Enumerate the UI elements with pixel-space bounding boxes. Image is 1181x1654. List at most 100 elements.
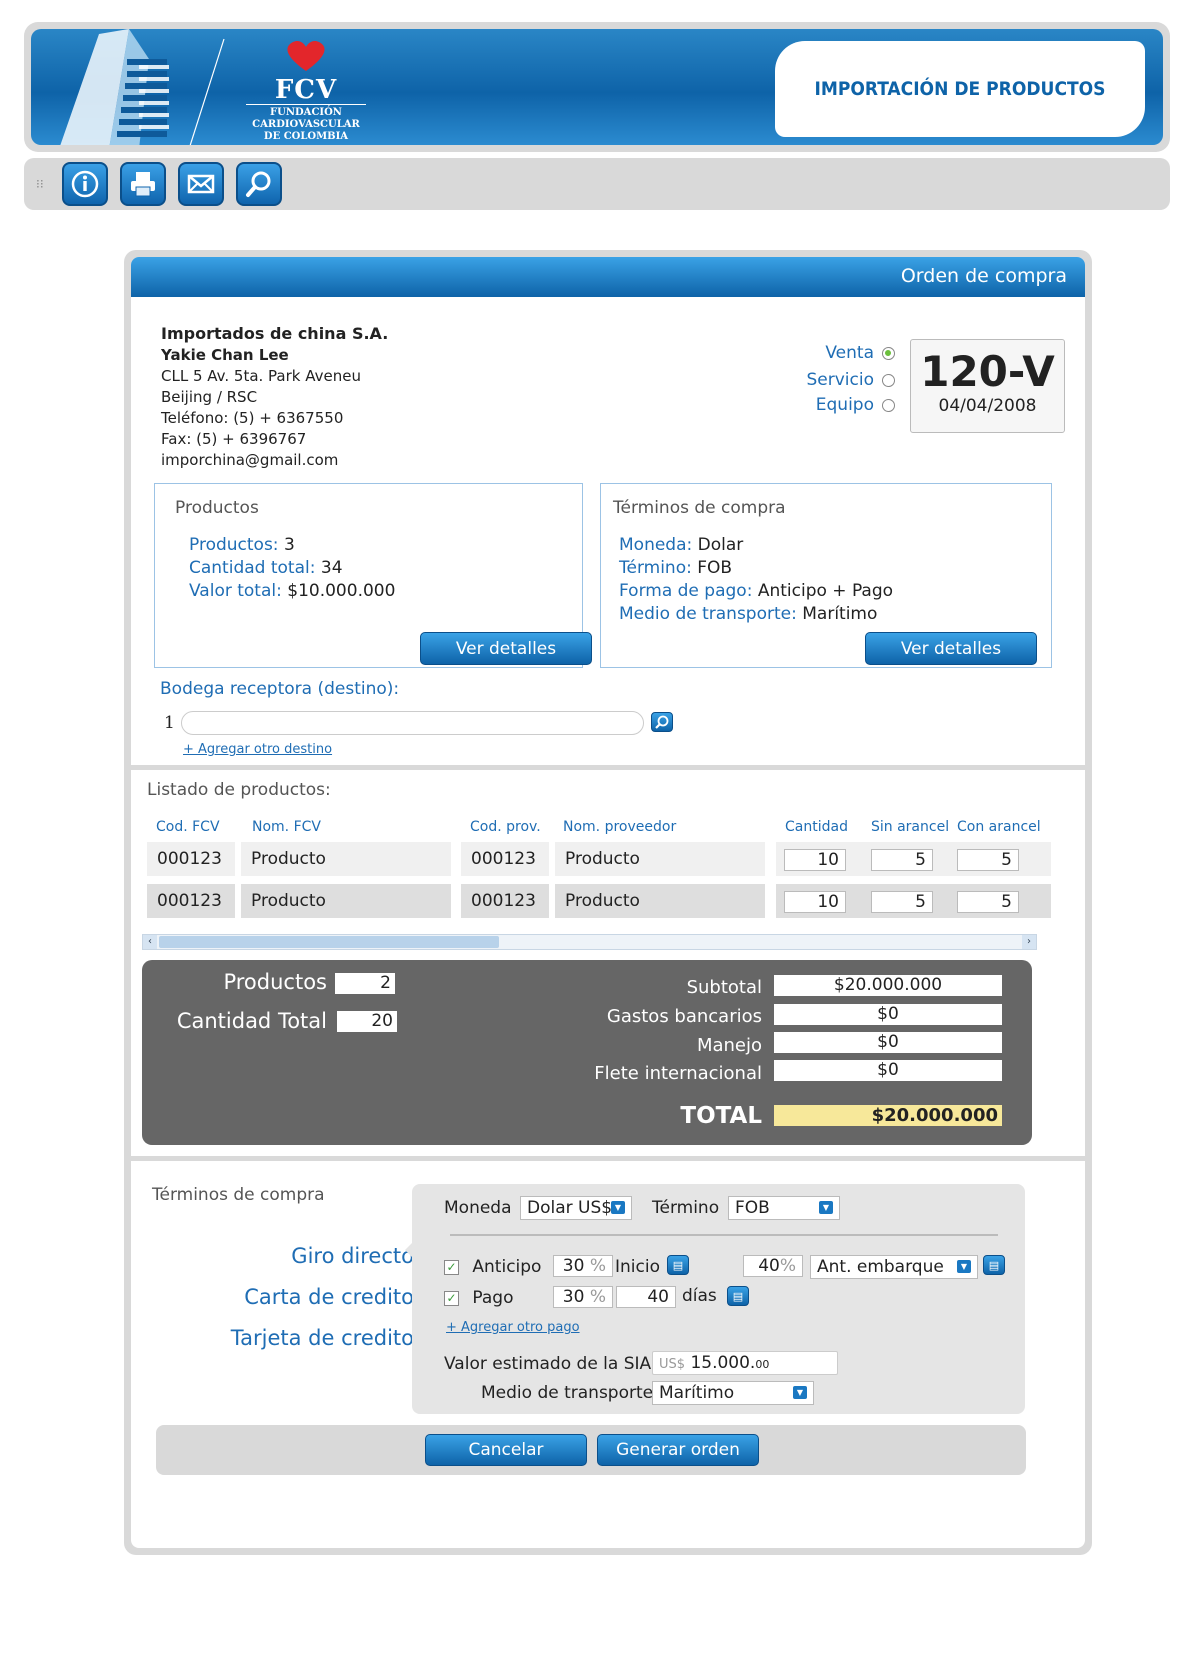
sin-arancel-input[interactable]: 5 bbox=[871, 891, 933, 913]
scrollbar-thumb[interactable] bbox=[159, 936, 499, 948]
col-header-cantidad[interactable]: Cantidad bbox=[785, 819, 848, 835]
products-summary-box: Productos Productos: 3 Cantidad total: 3… bbox=[154, 483, 592, 668]
grip-icon[interactable]: ⁝⁝ bbox=[36, 177, 50, 191]
calendar-icon[interactable]: ▤ bbox=[983, 1255, 1005, 1275]
dias-label: días bbox=[682, 1286, 717, 1306]
col-header-con-arancel[interactable]: Con arancel bbox=[957, 819, 1041, 835]
radio-tarjeta-credito[interactable]: Tarjeta de credito bbox=[231, 1318, 435, 1359]
order-date: 04/04/2008 bbox=[938, 396, 1037, 416]
heart-icon bbox=[287, 40, 325, 71]
stat-value: 3 bbox=[278, 535, 295, 555]
stat-key: Término: bbox=[619, 558, 692, 578]
destination-index: 1 bbox=[164, 713, 175, 733]
radio-icon[interactable] bbox=[882, 373, 895, 387]
box-title: Productos bbox=[175, 498, 259, 518]
destination-input[interactable] bbox=[181, 711, 644, 735]
stat-value: $10.000.000 bbox=[281, 581, 396, 601]
cancel-button[interactable]: Cancelar bbox=[425, 1434, 587, 1466]
input-value: 40 bbox=[758, 1256, 780, 1276]
radio-icon[interactable] bbox=[882, 346, 895, 360]
page-title: IMPORTACIÓN DE PRODUCTOS bbox=[775, 41, 1145, 137]
select-value: FOB bbox=[735, 1198, 770, 1218]
col-header-sin-arancel[interactable]: Sin arancel bbox=[871, 819, 949, 835]
transport-select[interactable]: Marítimo ▼ bbox=[652, 1381, 814, 1405]
calendar-icon[interactable]: ▤ bbox=[727, 1286, 749, 1306]
radio-carta-credito[interactable]: Carta de credito bbox=[231, 1277, 435, 1318]
chevron-down-icon: ▼ bbox=[611, 1201, 625, 1214]
radio-equipo[interactable]: Equipo bbox=[807, 393, 895, 417]
terms-details-button[interactable]: Ver detalles bbox=[865, 632, 1037, 665]
radio-icon[interactable] bbox=[882, 398, 895, 412]
anticipo-percent-input[interactable]: 30 % bbox=[553, 1255, 613, 1277]
scroll-left-icon[interactable]: ‹ bbox=[143, 935, 157, 949]
search-icon[interactable] bbox=[236, 162, 282, 206]
stat-key: Valor total: bbox=[189, 581, 282, 601]
logo-sub-3: DE COLOMBIA bbox=[263, 131, 349, 142]
chevron-down-icon: ▼ bbox=[819, 1201, 833, 1214]
order-number-box: 120-V 04/04/2008 bbox=[910, 339, 1065, 433]
stat-key: Moneda: bbox=[619, 535, 693, 555]
con-arancel-input[interactable]: 5 bbox=[957, 891, 1019, 913]
currency-prefix: US$ bbox=[659, 1357, 686, 1372]
add-payment-link[interactable]: + Agregar otro pago bbox=[446, 1320, 580, 1335]
search-icon[interactable] bbox=[651, 712, 673, 732]
subtotal-label: Subtotal bbox=[686, 977, 762, 998]
percent-sign: % bbox=[589, 1287, 606, 1307]
cantidad-input[interactable]: 10 bbox=[784, 849, 846, 871]
totals-summary: Productos 2 Cantidad Total 20 Subtotal $… bbox=[142, 960, 1032, 1145]
cell-nom-proveedor: Producto bbox=[555, 884, 765, 918]
payment-terms-title: Términos de compra bbox=[152, 1185, 325, 1205]
order-number: 120-V bbox=[920, 347, 1055, 396]
scroll-right-icon[interactable]: › bbox=[1022, 935, 1036, 949]
flete-internacional-value[interactable]: $0 bbox=[774, 1060, 1002, 1081]
sin-arancel-input[interactable]: 5 bbox=[871, 849, 933, 871]
anticipo-percent2-input[interactable]: 40% bbox=[743, 1255, 803, 1277]
radio-label: Tarjeta de credito bbox=[230, 1326, 414, 1350]
anticipo-event-select[interactable]: Ant. embarque ▼ bbox=[810, 1255, 978, 1279]
app-header: FCV FUNDACIÓN CARDIOVASCULAR DE COLOMBIA… bbox=[24, 22, 1170, 152]
anticipo-checkbox[interactable]: ✓ bbox=[444, 1259, 459, 1275]
stat-key: Medio de transporte: bbox=[619, 604, 797, 624]
print-icon[interactable] bbox=[120, 162, 166, 206]
radio-label: Equipo bbox=[815, 395, 874, 415]
moneda-select[interactable]: Dolar US$ ▼ bbox=[520, 1196, 632, 1220]
anticipo-label: Anticipo bbox=[472, 1257, 542, 1277]
termino-select[interactable]: FOB ▼ bbox=[728, 1196, 840, 1220]
percent-sign: % bbox=[779, 1256, 796, 1276]
info-icon[interactable] bbox=[62, 162, 108, 206]
mail-icon[interactable] bbox=[178, 162, 224, 206]
pago-days-input[interactable]: 40 bbox=[616, 1286, 676, 1308]
section-divider bbox=[131, 1156, 1085, 1161]
transport-label: Medio de transporte bbox=[481, 1383, 654, 1403]
horizontal-scrollbar[interactable]: ‹ › bbox=[142, 934, 1037, 950]
panel-title: Orden de compra bbox=[131, 257, 1085, 297]
supplier-contact: Yakie Chan Lee bbox=[161, 346, 289, 364]
col-header-nom-proveedor[interactable]: Nom. proveedor bbox=[563, 819, 676, 835]
cantidad-total-value: 20 bbox=[337, 1011, 397, 1032]
col-header-cod-prov[interactable]: Cod. prov. bbox=[470, 819, 541, 835]
percent-sign: % bbox=[589, 1256, 606, 1276]
stat-value: FOB bbox=[691, 558, 733, 578]
fcv-logo: FCV FUNDACIÓN CARDIOVASCULAR DE COLOMBIA bbox=[221, 39, 391, 144]
cantidad-total-label: Cantidad Total bbox=[176, 1009, 327, 1033]
sia-label: Valor estimado de la SIA bbox=[444, 1354, 652, 1374]
manejo-value[interactable]: $0 bbox=[774, 1032, 1002, 1053]
logo-sub-2: CARDIOVASCULAR bbox=[252, 119, 360, 130]
pago-percent-input[interactable]: 30 % bbox=[553, 1286, 613, 1308]
supplier-address: CLL 5 Av. 5ta. Park Aveneu bbox=[161, 367, 361, 385]
col-header-cod-fcv[interactable]: Cod. FCV bbox=[156, 819, 220, 835]
pago-checkbox[interactable]: ✓ bbox=[444, 1290, 459, 1306]
col-header-nom-fcv[interactable]: Nom. FCV bbox=[252, 819, 321, 835]
sia-input[interactable]: US$ 15.000.00 bbox=[652, 1351, 838, 1375]
radio-servicio[interactable]: Servicio bbox=[807, 367, 895, 393]
radio-venta[interactable]: Venta bbox=[807, 339, 895, 367]
generate-order-button[interactable]: Generar orden bbox=[597, 1434, 759, 1466]
calendar-icon[interactable]: ▤ bbox=[667, 1255, 689, 1275]
products-details-button[interactable]: Ver detalles bbox=[420, 632, 592, 665]
con-arancel-input[interactable]: 5 bbox=[957, 849, 1019, 871]
panel-divider bbox=[450, 1234, 998, 1236]
gastos-bancarios-value[interactable]: $0 bbox=[774, 1004, 1002, 1025]
add-destination-link[interactable]: + Agregar otro destino bbox=[183, 742, 332, 757]
pago-row: ✓ Pago bbox=[444, 1288, 514, 1308]
cantidad-input[interactable]: 10 bbox=[784, 891, 846, 913]
